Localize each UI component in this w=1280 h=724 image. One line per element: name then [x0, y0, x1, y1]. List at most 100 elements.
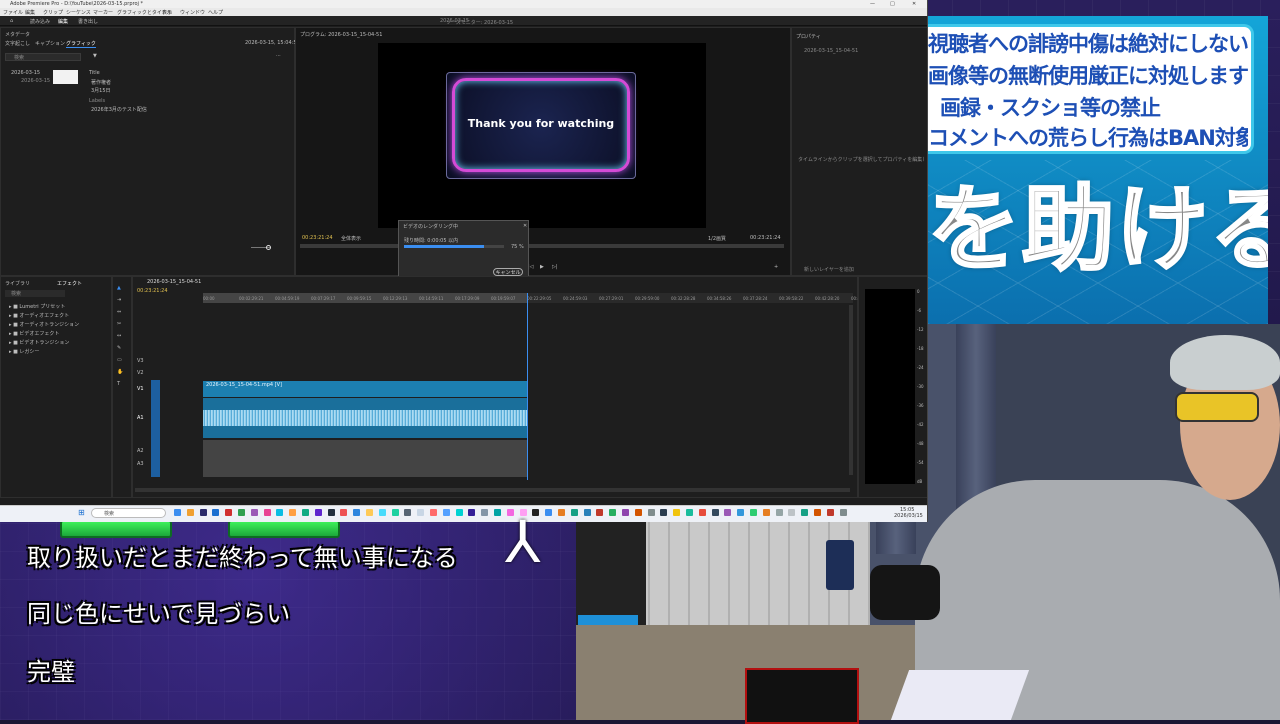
- track-targeting[interactable]: [151, 380, 160, 477]
- track-header[interactable]: V3: [137, 358, 144, 364]
- effects-folder[interactable]: ▸ ■ オーディオトランジション: [9, 321, 79, 328]
- type-tool-icon[interactable]: T: [117, 381, 120, 387]
- tab-effects[interactable]: エフェクト: [57, 280, 82, 287]
- timeline-scrollbar[interactable]: [849, 305, 853, 475]
- taskbar-app-icon[interactable]: [558, 509, 565, 516]
- sequence-tab[interactable]: 2026-03-15_15-04-51: [147, 279, 201, 285]
- effects-search-input[interactable]: 検索: [5, 290, 65, 297]
- track-header[interactable]: A1: [137, 415, 144, 421]
- taskbar-app-icon[interactable]: [340, 509, 348, 516]
- video-clip[interactable]: 2026-03-15_15-04-51.mp4 [V]: [203, 381, 527, 397]
- effects-folder[interactable]: ▸ ■ レガシー: [9, 348, 39, 355]
- effects-folder[interactable]: ▸ ■ ビデオトランジション: [9, 339, 69, 346]
- play-icon[interactable]: ▶: [540, 264, 544, 270]
- taskbar-app-icon[interactable]: [378, 509, 386, 516]
- taskbar-app-icon[interactable]: [276, 509, 284, 516]
- taskbar-app-icon[interactable]: [788, 509, 796, 516]
- monitor-scrubber[interactable]: [300, 244, 784, 248]
- windows-start-icon[interactable]: ⊞: [78, 508, 85, 517]
- taskbar-app-icon[interactable]: [250, 509, 258, 516]
- quality-select[interactable]: 1/2画質: [708, 235, 726, 242]
- taskbar-app-icon[interactable]: [455, 509, 463, 516]
- taskbar-app-icon[interactable]: [186, 509, 194, 516]
- tab-transcript[interactable]: 文字起こし: [5, 40, 30, 47]
- filter-icon[interactable]: ▼: [93, 53, 97, 59]
- track-header[interactable]: A3: [137, 461, 144, 467]
- menu-marker[interactable]: マーカー: [93, 9, 113, 16]
- tab-import[interactable]: 読み込み: [30, 18, 50, 25]
- razor-tool-icon[interactable]: ✂: [117, 321, 121, 327]
- hand-tool-icon[interactable]: ✋: [117, 369, 123, 375]
- taskbar-app-icon[interactable]: [839, 509, 847, 516]
- effects-folder[interactable]: ▸ ■ ビデオエフェクト: [9, 330, 59, 337]
- menu-file[interactable]: ファイル: [3, 9, 23, 16]
- taskbar-app-icon[interactable]: [698, 509, 706, 516]
- more-icon[interactable]: ⋯: [276, 53, 281, 59]
- maximize-button[interactable]: □: [890, 1, 895, 7]
- taskbar-app-icon[interactable]: [404, 509, 412, 516]
- taskbar-app-icon[interactable]: [314, 509, 322, 516]
- taskbar-app-icon[interactable]: [737, 509, 745, 516]
- timeline-hscrollbar[interactable]: [135, 488, 850, 492]
- minimize-button[interactable]: —: [870, 1, 875, 7]
- cancel-button[interactable]: キャンセル: [493, 268, 523, 276]
- taskbar-app-icon[interactable]: [673, 509, 681, 516]
- close-button[interactable]: ✕: [912, 1, 916, 7]
- taskbar-app-icon[interactable]: [468, 509, 476, 516]
- taskbar-app-icon[interactable]: [622, 509, 629, 516]
- menu-sequence[interactable]: シーケンス: [66, 9, 91, 16]
- menu-window[interactable]: ウィンドウ: [180, 9, 205, 16]
- taskbar-app-icon[interactable]: [481, 509, 489, 516]
- menu-view[interactable]: 表示: [162, 9, 172, 16]
- taskbar-app-icon[interactable]: [391, 509, 399, 516]
- taskbar-app-icon[interactable]: [775, 509, 783, 516]
- tab-edit[interactable]: 編集: [58, 18, 68, 25]
- taskbar-app-icon[interactable]: [302, 509, 309, 516]
- taskbar-app-icon[interactable]: [686, 509, 693, 516]
- taskbar-app-icon[interactable]: [609, 509, 617, 516]
- taskbar-app-icon[interactable]: [327, 509, 335, 516]
- taskbar-app-icon[interactable]: [174, 509, 181, 516]
- taskbar-app-icon[interactable]: [225, 509, 233, 516]
- add-layer-button[interactable]: 新しいレイヤーを追加: [804, 266, 854, 273]
- taskbar-app-icon[interactable]: [583, 509, 591, 516]
- tab-libraries[interactable]: ライブラリ: [5, 280, 30, 287]
- ripple-edit-icon[interactable]: ⇔: [117, 309, 121, 315]
- menu-clip[interactable]: クリップ: [43, 9, 63, 16]
- taskbar-app-icon[interactable]: [263, 509, 271, 516]
- tab-export[interactable]: 書き出し: [78, 18, 98, 25]
- pen-tool-icon[interactable]: ✎: [117, 345, 121, 351]
- taskbar-app-icon[interactable]: [596, 509, 604, 516]
- taskbar-app-icon[interactable]: [570, 509, 578, 516]
- taskbar-app-icon[interactable]: [724, 509, 732, 516]
- tab-captions[interactable]: キャプション: [35, 40, 65, 47]
- taskbar-app-icon[interactable]: [353, 509, 361, 516]
- taskbar-app-icon[interactable]: [366, 509, 373, 516]
- taskbar-app-icon[interactable]: [494, 509, 501, 516]
- taskbar-app-icon[interactable]: [634, 509, 642, 516]
- menu-edit[interactable]: 編集: [25, 9, 35, 16]
- taskbar-app-icon[interactable]: [430, 509, 437, 516]
- clip-thumbnail[interactable]: [53, 70, 78, 84]
- taskbar-app-icon[interactable]: [199, 509, 207, 516]
- track-header[interactable]: V2: [137, 370, 144, 376]
- clip-item-name[interactable]: 2026-03-15: [11, 70, 40, 76]
- taskbar-app-icon[interactable]: [417, 509, 425, 516]
- rect-tool-icon[interactable]: ▭: [117, 357, 122, 363]
- step-forward-icon[interactable]: ▷|: [552, 264, 558, 270]
- track-header[interactable]: V1: [137, 386, 144, 392]
- track-select-icon[interactable]: ⇥: [117, 297, 121, 303]
- taskbar-app-icon[interactable]: [289, 509, 297, 516]
- taskbar-app-icon[interactable]: [660, 509, 668, 516]
- taskbar-app-icon[interactable]: [647, 509, 655, 516]
- taskbar-search[interactable]: 検索: [91, 508, 166, 518]
- taskbar-app-icon[interactable]: [814, 509, 821, 516]
- taskbar-app-icon[interactable]: [801, 509, 809, 516]
- taskbar-app-icon[interactable]: [762, 509, 770, 516]
- taskbar-app-icon[interactable]: [238, 509, 245, 516]
- zoom-slider-handle[interactable]: [266, 245, 271, 250]
- taskbar-app-icon[interactable]: [826, 509, 834, 516]
- add-button-icon[interactable]: +: [774, 264, 778, 270]
- home-icon[interactable]: ⌂: [10, 18, 13, 24]
- slip-tool-icon[interactable]: ↔: [117, 333, 121, 339]
